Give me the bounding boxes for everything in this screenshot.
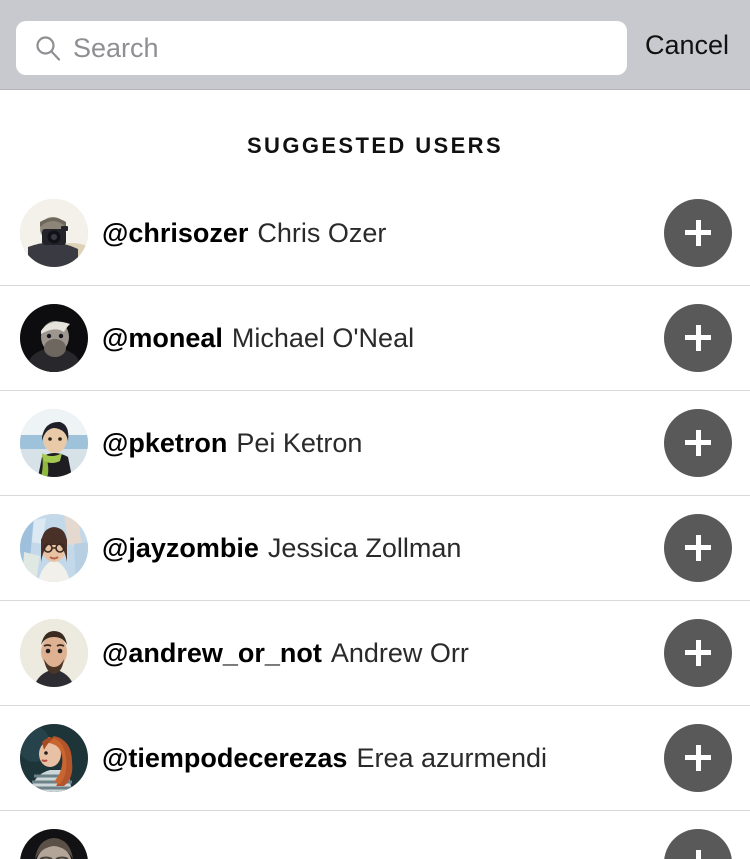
plus-icon-vertical xyxy=(695,745,701,771)
plus-icon-vertical xyxy=(695,640,701,666)
user-fullname: Pei Ketron xyxy=(236,427,363,458)
avatar xyxy=(20,304,88,372)
user-handle: @andrew_or_not xyxy=(102,637,322,668)
user-handle: @moneal xyxy=(102,322,223,353)
cancel-button[interactable]: Cancel xyxy=(645,0,740,90)
section-title: SUGGESTED USERS xyxy=(246,133,504,158)
plus-icon-vertical xyxy=(695,430,701,456)
user-handle: @chrisozer xyxy=(102,217,249,248)
user-fullname: Jessica Zollman xyxy=(267,532,462,563)
follow-button[interactable] xyxy=(664,409,732,477)
user-handle: @pketron xyxy=(102,427,228,458)
avatar xyxy=(20,514,88,582)
list-item[interactable] xyxy=(0,811,750,859)
list-item[interactable]: @moneal Michael O'Neal xyxy=(0,286,750,391)
plus-icon-vertical xyxy=(695,535,701,561)
plus-icon-vertical xyxy=(695,325,701,351)
avatar xyxy=(20,199,88,267)
suggested-users-screen: Cancel SUGGESTED USERS @chr xyxy=(0,0,750,859)
follow-button[interactable] xyxy=(664,199,732,267)
list-item[interactable]: @jayzombie Jessica Zollman xyxy=(0,496,750,601)
user-handle: @jayzombie xyxy=(102,532,259,563)
search-field[interactable] xyxy=(16,21,627,75)
search-input[interactable] xyxy=(73,21,613,75)
plus-icon-vertical xyxy=(695,220,701,246)
user-fullname: Michael O'Neal xyxy=(231,322,415,353)
user-identity: @chrisozer Chris Ozer xyxy=(102,181,650,285)
user-fullname: Andrew Orr xyxy=(330,637,469,668)
follow-button[interactable] xyxy=(664,619,732,687)
follow-button[interactable] xyxy=(664,724,732,792)
list-item[interactable]: @chrisozer Chris Ozer xyxy=(0,181,750,286)
user-fullname: Chris Ozer xyxy=(257,217,387,248)
follow-button[interactable] xyxy=(664,829,732,859)
user-identity: @jayzombie Jessica Zollman xyxy=(102,496,650,600)
list-item[interactable]: @andrew_or_not Andrew Orr xyxy=(0,601,750,706)
follow-button[interactable] xyxy=(664,514,732,582)
suggested-users-list[interactable]: @chrisozer Chris Ozer @moneal Michael O'… xyxy=(0,181,750,859)
user-identity: @tiempodecerezas Erea azurmendi xyxy=(102,706,650,810)
user-identity: @andrew_or_not Andrew Orr xyxy=(102,601,650,705)
list-item[interactable]: @pketron Pei Ketron xyxy=(0,391,750,496)
follow-button[interactable] xyxy=(664,304,732,372)
avatar xyxy=(20,829,88,859)
user-handle: @tiempodecerezas xyxy=(102,742,348,773)
avatar xyxy=(20,619,88,687)
user-identity: @moneal Michael O'Neal xyxy=(102,286,650,390)
search-header: Cancel xyxy=(0,0,750,90)
plus-icon-vertical xyxy=(695,850,701,859)
user-identity xyxy=(102,811,650,859)
user-identity: @pketron Pei Ketron xyxy=(102,391,650,495)
list-item[interactable]: @tiempodecerezas Erea azurmendi xyxy=(0,706,750,811)
avatar xyxy=(20,724,88,792)
avatar xyxy=(20,409,88,477)
user-fullname: Erea azurmendi xyxy=(356,742,548,773)
search-icon xyxy=(35,35,61,61)
